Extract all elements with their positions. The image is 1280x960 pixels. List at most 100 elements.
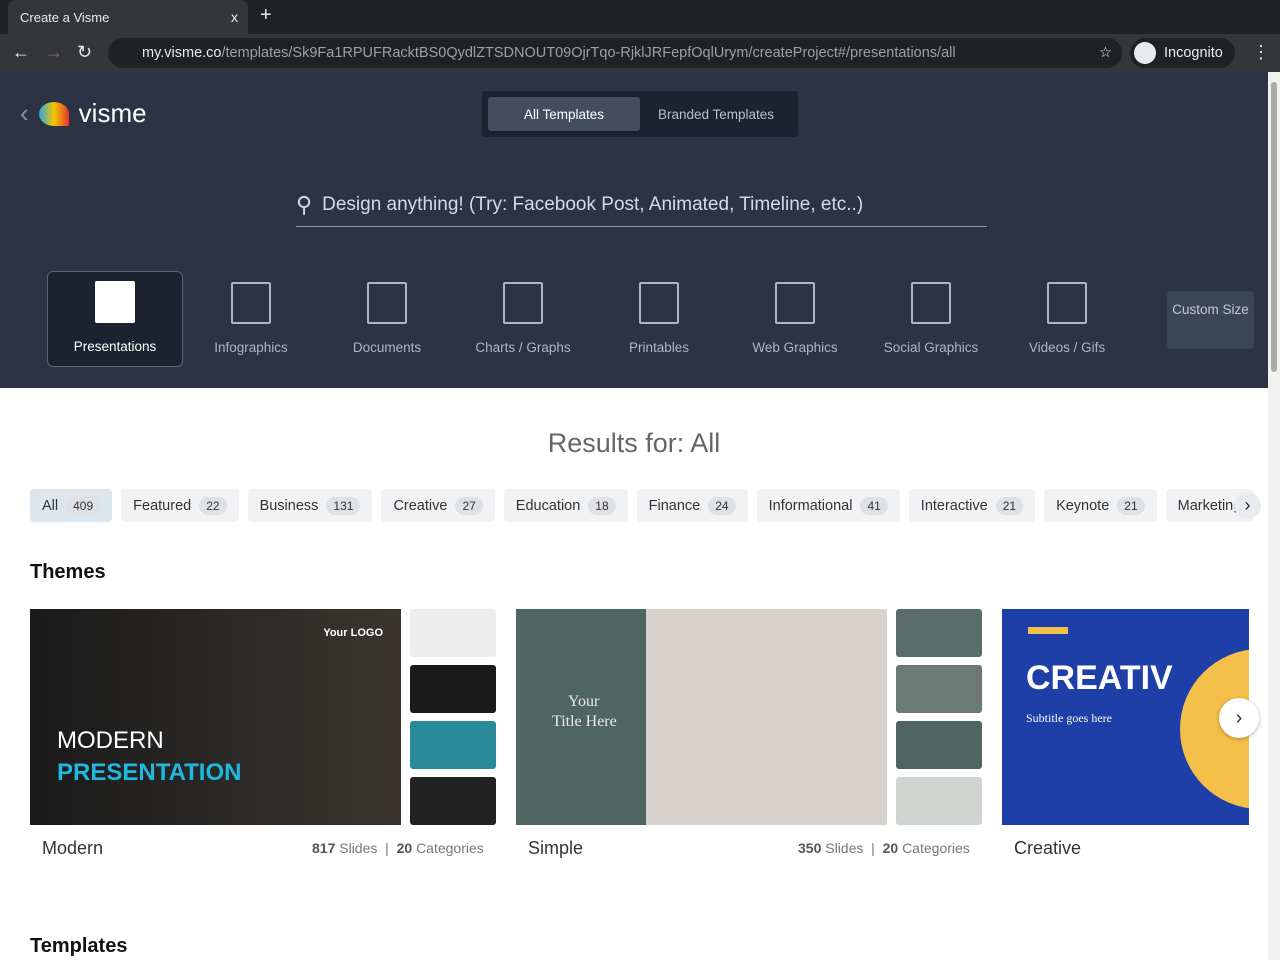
menu-icon[interactable]: ⋮ <box>1252 42 1270 63</box>
custom-size-button[interactable]: Custom Size <box>1167 291 1254 349</box>
slide-preview <box>896 777 982 825</box>
chip-count: 131 <box>326 496 361 515</box>
filter-informational[interactable]: Informational 41 <box>756 489 900 522</box>
forward-icon[interactable]: → <box>45 42 63 63</box>
reload-icon[interactable]: ↻ <box>77 42 92 63</box>
address-bar[interactable]: my.visme.co/templates/Sk9Fa1RPUFRacktBS0… <box>108 38 1122 68</box>
chip-count: 409 <box>66 496 101 515</box>
slides-label: Slides <box>339 840 378 856</box>
chart-icon <box>503 282 543 324</box>
printable-icon <box>639 282 679 324</box>
logo-text: visme <box>78 98 147 128</box>
carousel-next-icon[interactable]: › <box>1219 698 1259 738</box>
scrollbar[interactable] <box>1268 72 1280 960</box>
thumb-title: Your <box>568 693 600 710</box>
browser-tab[interactable]: Create a Visme x <box>8 0 248 34</box>
slides-label: Slides <box>825 840 864 856</box>
thumb-subtitle: PRESENTATION <box>57 759 242 786</box>
chevron-right-icon[interactable]: › <box>1234 492 1261 519</box>
chip-count: 24 <box>708 496 736 515</box>
slide-preview <box>410 777 496 825</box>
thumb-title: MODERN <box>57 727 164 754</box>
thumb-subtitle: Subtitle goes here <box>1026 711 1112 725</box>
chip-label: Marketing <box>1177 497 1242 514</box>
category-label: Videos / Gifs <box>1028 340 1106 355</box>
results-title: Results for: All <box>547 428 721 458</box>
theme-card-creative[interactable]: CREATIV Subtitle goes here Creative <box>1002 609 1249 869</box>
header-panel: ‹ visme All Templates Branded Templates ⚲… <box>0 72 1268 388</box>
chip-label: Education <box>515 497 581 514</box>
chip-count: 27 <box>455 496 483 515</box>
category-presentations[interactable]: Presentations <box>47 271 183 367</box>
slide-preview <box>896 665 982 713</box>
category-infographics[interactable]: Infographics <box>183 271 319 367</box>
tab-title: Create a Visme <box>20 9 110 25</box>
slide-preview <box>896 609 982 657</box>
category-charts[interactable]: Charts / Graphs <box>455 271 591 367</box>
theme-name: Modern <box>42 838 104 858</box>
filter-interactive[interactable]: Interactive 21 <box>908 489 1036 522</box>
category-bar: Presentations Infographics Documents Cha… <box>47 271 1135 367</box>
chip-label: Finance <box>648 497 701 514</box>
theme-meta: 817 Slides | 20 Categories <box>312 840 484 856</box>
chip-label: Keynote <box>1056 497 1110 514</box>
category-label: Documents <box>352 340 422 355</box>
filter-finance[interactable]: Finance 24 <box>636 489 748 522</box>
category-label: Presentations <box>73 339 157 354</box>
filter-featured[interactable]: Featured 22 <box>121 489 239 522</box>
chip-label: Business <box>259 497 319 514</box>
document-icon <box>367 282 407 324</box>
video-icon <box>1047 282 1087 324</box>
close-tab-icon[interactable]: x <box>231 9 238 25</box>
search-input[interactable]: ⚲ Design anything! (Try: Facebook Post, A… <box>296 184 987 227</box>
all-templates-tab[interactable]: All Templates <box>488 97 640 131</box>
category-documents[interactable]: Documents <box>319 271 455 367</box>
chip-label: Interactive <box>920 497 988 514</box>
themes-heading: Themes <box>30 561 106 583</box>
thumb-logo: Your LOGO <box>323 627 383 639</box>
slide-preview <box>410 609 496 657</box>
browser-tabbar: Create a Visme x + <box>0 0 1280 34</box>
back-chevron-icon[interactable]: ‹ <box>20 98 29 129</box>
category-label: Charts / Graphs <box>475 340 571 355</box>
category-printables[interactable]: Printables <box>591 271 727 367</box>
theme-thumbnail: Your Title Here <box>516 609 887 825</box>
slide-count: 350 <box>798 840 822 856</box>
infographic-icon <box>231 282 271 324</box>
filter-business[interactable]: Business 131 <box>247 489 373 522</box>
category-social-graphics[interactable]: Social Graphics <box>863 271 999 367</box>
chip-label: Informational <box>768 497 853 514</box>
chip-label: All <box>42 497 59 514</box>
chip-count: 21 <box>995 496 1024 515</box>
branded-templates-tab[interactable]: Branded Templates <box>640 97 792 131</box>
template-toggle: All Templates Branded Templates <box>482 91 798 137</box>
slide-preview <box>896 721 982 769</box>
browser-toolbar: ← → ↻ my.visme.co/templates/Sk9Fa1RPUFRa… <box>0 34 1280 72</box>
url-path: /templates/Sk9Fa1RPUFRacktBS0QydlZTSDNOU… <box>221 45 956 61</box>
filter-keynote[interactable]: Keynote 21 <box>1044 489 1157 522</box>
categories-label: Categories <box>902 840 970 856</box>
theme-thumbnail: Your LOGO MODERN PRESENTATION <box>30 609 401 825</box>
category-web-graphics[interactable]: Web Graphics <box>727 271 863 367</box>
logo: ‹ visme <box>20 98 147 129</box>
slide-preview <box>410 721 496 769</box>
category-count: 20 <box>396 840 413 856</box>
filter-education[interactable]: Education 18 <box>503 489 628 522</box>
star-icon[interactable]: ☆ <box>1099 45 1112 61</box>
new-tab-button[interactable]: + <box>260 4 272 27</box>
category-label: Web Graphics <box>752 340 838 355</box>
category-label: Infographics <box>214 340 288 355</box>
profile-label: Incognito <box>1164 45 1223 61</box>
search-icon: ⚲ <box>296 192 313 217</box>
back-icon[interactable]: ← <box>12 42 30 63</box>
incognito-badge[interactable]: Incognito <box>1130 38 1235 68</box>
chip-count: 18 <box>588 496 616 515</box>
filter-all[interactable]: All 409 <box>30 489 113 522</box>
theme-name: Creative <box>1014 838 1082 858</box>
chip-count: 21 <box>1117 496 1145 515</box>
web-graphic-icon <box>775 282 815 324</box>
categories-label: Categories <box>416 840 484 856</box>
templates-heading: Templates <box>30 935 128 957</box>
filter-creative[interactable]: Creative 27 <box>381 489 495 522</box>
category-videos[interactable]: Videos / Gifs <box>999 271 1135 367</box>
